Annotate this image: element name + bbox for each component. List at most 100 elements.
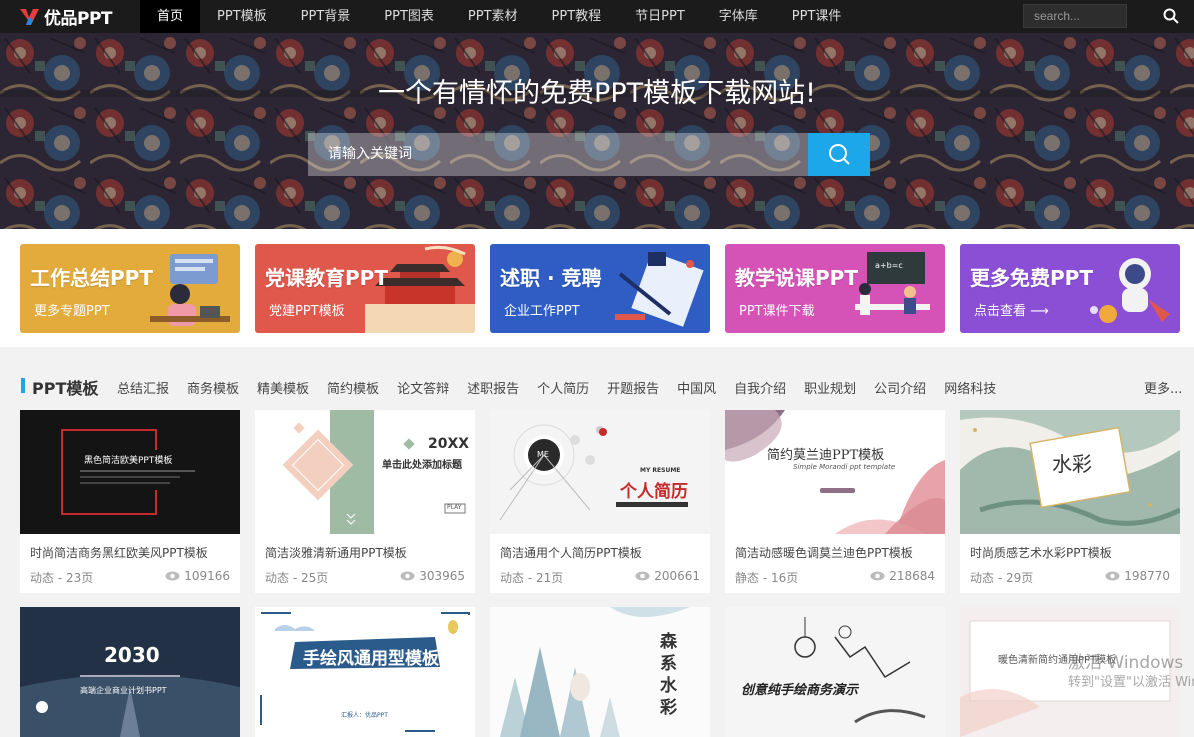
thumbnail-subheading: MY RESUME [640,467,681,474]
category-link[interactable]: 简约模板 [327,378,379,397]
category-link[interactable]: 公司介绍 [874,378,926,397]
thumbnail-heading: 森系水彩 [660,632,677,718]
category-link[interactable]: 职业规划 [804,378,856,397]
eye-icon [165,571,180,581]
logo-icon [20,8,39,25]
nav-item-ppt-backgrounds[interactable]: PPT背景 [284,0,368,33]
category-link[interactable]: 精美模板 [257,378,309,397]
search-icon [829,144,850,165]
template-thumbnail[interactable]: ME MY RESUME 个人简历 [490,410,710,534]
svg-text:a+b=c: a+b=c [875,261,903,270]
more-link[interactable]: 更多... [1144,378,1182,397]
template-thumbnail[interactable] [725,607,945,737]
category-link[interactable]: 个人简历 [537,378,589,397]
template-card[interactable]: 水彩 时尚质感艺术水彩PPT模板 动态 - 29页 198770 [960,410,1180,593]
banner-title: 工作总结PPT [30,266,153,290]
banner-teaching[interactable]: a+b=c 教学说课PPT PPT课件下载 [725,244,945,333]
banner-subtitle: PPT课件下载 [739,304,815,319]
nav-item-ppt-charts[interactable]: PPT图表 [367,0,451,33]
thumbnail-text: 黑色简洁欧美PPT模板 [84,456,173,466]
banner-title: 党课教育PPT [265,266,388,290]
category-link[interactable]: 总结汇报 [117,378,169,397]
desk-illustration [615,251,704,327]
banner-subtitle: 企业工作PPT [504,304,580,319]
view-count-value: 109166 [184,569,230,583]
thumbnail-subheading: 单击此处添加标题 [382,460,462,471]
nav-search-input[interactable]: search... [1023,4,1127,28]
template-card[interactable]: 简约莫兰迪PPT模板 Simple Morandi ppt template 简… [725,410,945,593]
thumbnail-subheading: 汇报人：优品PPT [341,712,388,719]
template-card[interactable]: 2030 高端企业商业计划书PPT [20,607,240,737]
hero-background-illustration [0,33,1194,229]
banner-title: 教学说课PPT [735,266,858,290]
nav-item-holiday-ppt[interactable]: 节日PPT [618,0,702,33]
template-title[interactable]: 简洁通用个人简历PPT模板 [500,544,642,561]
template-card[interactable]: 创意纯手绘商务演示 [725,607,945,737]
nav-item-ppt-courseware[interactable]: PPT课件 [775,0,859,33]
thumbnail-subheading: 高端企业商业计划书PPT [80,686,167,695]
category-filter-list: 总结汇报 商务模板 精美模板 简约模板 论文答辩 述职报告 个人简历 开题报告 … [117,378,1014,397]
thumbnail-subheading: Simple Morandi ppt template [793,463,896,471]
template-title[interactable]: 简洁动感暖色调莫兰迪色PPT模板 [735,544,913,561]
view-count: 303965 [400,569,465,583]
template-card[interactable]: 20XX 单击此处添加标题 PLAY 简洁淡雅清新通用PPT模板 动态 - 25… [255,410,475,593]
banner-more-free[interactable]: 更多免费PPT 点击查看 ⟶ [960,244,1180,333]
nav-item-home[interactable]: 首页 [140,0,201,33]
search-icon[interactable] [1162,7,1180,25]
banner-job-report[interactable]: 述职 · 竞聘 企业工作PPT [490,244,710,333]
template-title[interactable]: 简洁淡雅清新通用PPT模板 [265,544,407,561]
thumbnail-heading: 2030 [104,643,160,667]
view-count-value: 198770 [1124,569,1170,583]
hero-banner: 一个有情怀的免费PPT模板下载网站! 请输入关键词 [0,33,1194,229]
banner-party-education[interactable]: 党课教育PPT 党建PPT模板 [255,244,475,333]
banner-subtitle: 点击查看 ⟶ [974,304,1049,319]
hero-search-button[interactable] [808,133,870,176]
template-thumbnail[interactable]: 20XX 单击此处添加标题 PLAY [255,410,475,534]
template-thumbnail[interactable]: 水彩 [960,410,1180,534]
template-meta: 静态 - 16页 [735,571,799,585]
category-link[interactable]: 述职报告 [467,378,519,397]
view-count: 218684 [870,569,935,583]
category-link[interactable]: 商务模板 [187,378,239,397]
nav-item-ppt-templates[interactable]: PPT模板 [200,0,284,33]
windows-activation-subtitle: 转到"设置"以激活 Windows。 [1068,675,1194,690]
template-title[interactable]: 时尚质感艺术水彩PPT模板 [970,544,1112,561]
site-logo[interactable]: 优品PPT [0,0,140,33]
hero-search-input[interactable]: 请输入关键词 [308,133,808,176]
template-card[interactable]: 森系水彩 [490,607,710,737]
eye-icon [400,571,415,581]
category-link[interactable]: 网络科技 [944,378,996,397]
thumbnail-heading: 简约莫兰迪PPT模板 [767,448,885,463]
nav-item-fonts[interactable]: 字体库 [702,0,775,33]
main-nav: 首页 PPT模板 PPT背景 PPT图表 PPT素材 PPT教程 节日PPT 字… [140,0,858,33]
banner-work-summary[interactable]: 工作总结PPT 更多专题PPT [20,244,240,333]
template-card[interactable]: 手绘风通用型模板 汇报人：优品PPT [255,607,475,737]
template-meta: 动态 - 29页 [970,571,1034,585]
category-link[interactable]: 开题报告 [607,378,659,397]
template-card[interactable]: 黑色简洁欧美PPT模板 时尚简洁商务黑红欧美风PPT模板 动态 - 23页 10… [20,410,240,593]
section-title: PPT模板 [32,379,99,398]
thumbnail-heading: 水彩 [1052,452,1092,476]
template-thumbnail[interactable] [20,607,240,737]
thumbnail-heading: 个人简历 [620,482,688,502]
ppt-template-section-header: PPT模板 总结汇报 商务模板 精美模板 简约模板 论文答辩 述职报告 个人简历… [0,347,1194,409]
banner-title: 述职 · 竞聘 [500,266,602,290]
thumbnail-heading: 手绘风通用型模板 [303,649,439,669]
view-count-value: 303965 [419,569,465,583]
thumbnail-me-label: ME [537,450,549,459]
category-link[interactable]: 论文答辩 [397,378,449,397]
nav-item-ppt-tutorials[interactable]: PPT教程 [535,0,619,33]
category-link[interactable]: 中国风 [677,378,716,397]
view-count-value: 218684 [889,569,935,583]
template-title[interactable]: 时尚简洁商务黑红欧美风PPT模板 [30,544,208,561]
banner-title: 更多免费PPT [970,266,1093,290]
view-count: 198770 [1105,569,1170,583]
category-link[interactable]: 自我介绍 [734,378,786,397]
template-card[interactable]: ME MY RESUME 个人简历 简洁通用个人简历PPT模板 动态 - 21页… [490,410,710,593]
template-thumbnail[interactable]: 简约莫兰迪PPT模板 Simple Morandi ppt template [725,410,945,534]
nav-item-ppt-materials[interactable]: PPT素材 [451,0,535,33]
eye-icon [1105,571,1120,581]
template-meta: 动态 - 25页 [265,571,329,585]
top-navbar: 优品PPT 首页 PPT模板 PPT背景 PPT图表 PPT素材 PPT教程 节… [0,0,1194,33]
template-thumbnail[interactable]: 黑色简洁欧美PPT模板 [20,410,240,534]
